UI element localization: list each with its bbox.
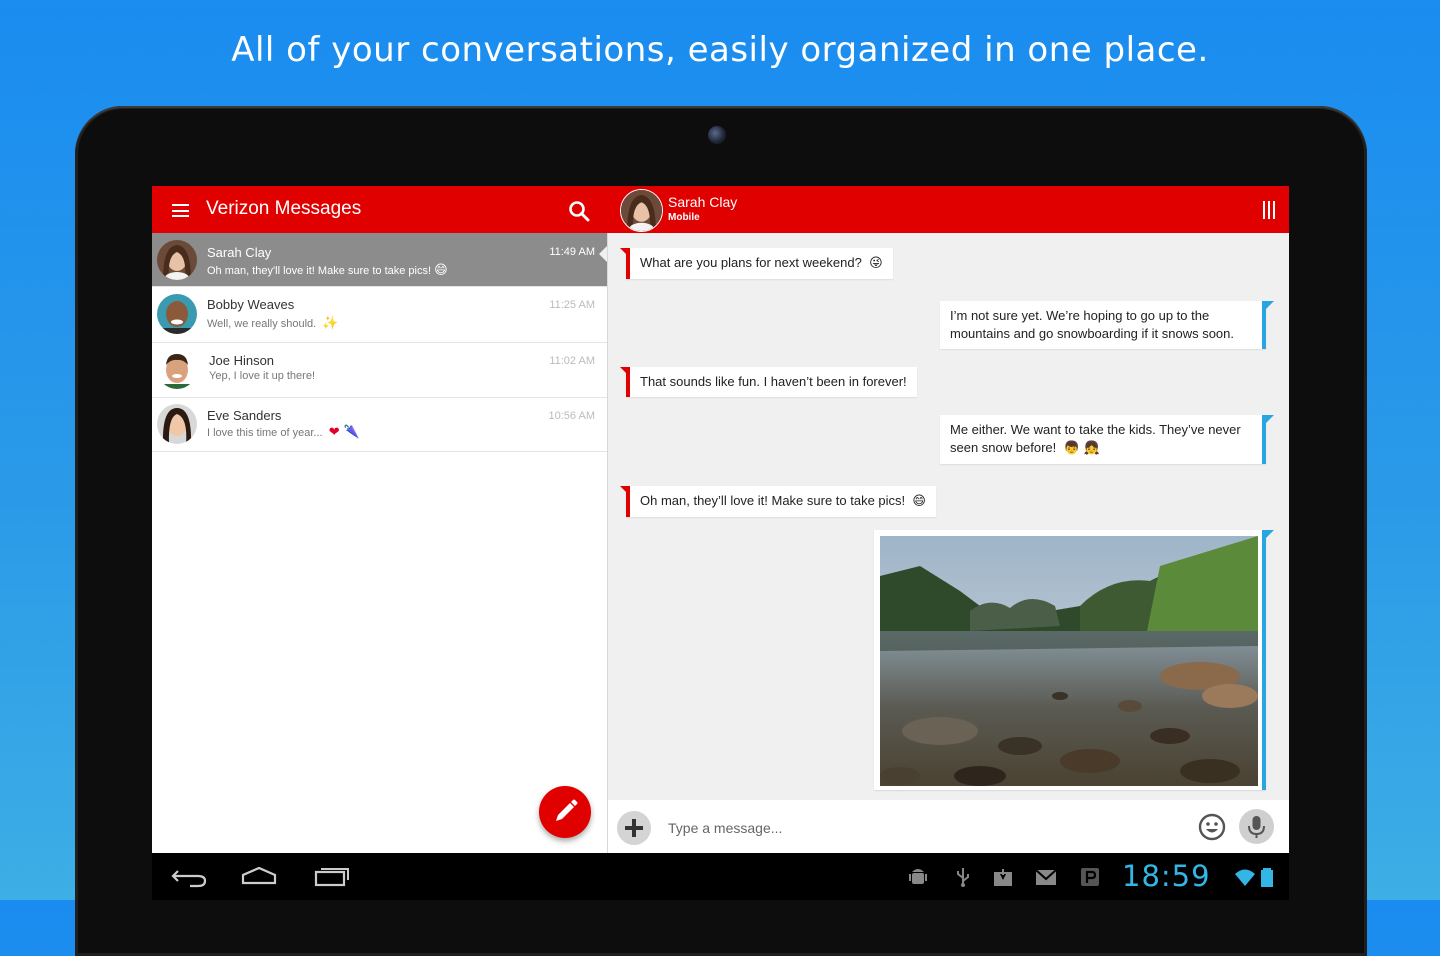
contact-type: Mobile [668, 212, 700, 223]
android-system-bar: 18:59 [152, 853, 1289, 900]
message-incoming: Oh man, they’ll love it! Make sure to ta… [626, 486, 936, 517]
emoji-picker-icon[interactable] [1198, 813, 1226, 841]
outgoing-tail [1266, 301, 1274, 309]
message-outgoing: Me either. We want to take the kids. The… [940, 415, 1266, 464]
message-input[interactable] [666, 814, 1190, 842]
tablet-screen: Verizon Messages Sarah Clay Oh man, they… [152, 186, 1289, 900]
chat-header: Sarah Clay Mobile [608, 186, 1289, 233]
microphone-icon [1248, 816, 1265, 838]
message-composer [608, 800, 1289, 853]
conversation-time: 11:02 AM [549, 355, 595, 367]
conversation-snippet: Oh man, they'll love it! Make sure to ta… [207, 263, 448, 278]
winking-tongue-emoji-icon: 😜 [869, 256, 883, 271]
smile-emoji-icon: 😄 [434, 263, 448, 278]
conversation-item-joe-hinson[interactable]: Joe Hinson Yep, I love it up there! 11:0… [152, 343, 607, 398]
outgoing-tail [1266, 530, 1274, 538]
system-clock: 18:59 [1122, 859, 1211, 893]
home-icon[interactable] [239, 863, 279, 889]
heart-umbrella-emoji-icon: ❤ 🌂 [328, 425, 360, 440]
contact-name: Sarah Clay [668, 194, 738, 210]
contact-avatar[interactable] [620, 189, 663, 232]
message-incoming: That sounds like fun. I haven’t been in … [626, 367, 917, 397]
menu-icon[interactable] [172, 204, 189, 217]
conversation-snippet: Yep, I love it up there! [209, 370, 315, 382]
avatar [157, 240, 197, 280]
promo-headline: All of your conversations, easily organi… [231, 30, 1209, 70]
conversation-list-pane: Verizon Messages Sarah Clay Oh man, they… [152, 186, 608, 853]
message-outgoing: I’m not sure yet. We’re hoping to go up … [940, 301, 1266, 349]
conversation-snippet: Well, we really should. ✨ [207, 316, 339, 331]
avatar [157, 294, 197, 334]
conversation-time: 11:49 AM [549, 246, 595, 258]
camera-icon [708, 126, 726, 144]
android-debug-icon [909, 869, 927, 884]
lake-photo[interactable] [880, 536, 1258, 786]
compose-button[interactable] [539, 786, 591, 838]
battery-icon [1261, 868, 1273, 887]
microphone-button[interactable] [1239, 809, 1274, 844]
grin-emoji-icon: 😄 [912, 494, 926, 509]
usb-icon [957, 868, 969, 887]
sparkle-emoji-icon: ✨ [322, 316, 339, 331]
app-bar: Verizon Messages [152, 186, 608, 233]
p-app-icon [1081, 868, 1099, 886]
conversation-name: Bobby Weaves [207, 297, 295, 312]
outgoing-tail [1266, 415, 1274, 423]
app-title: Verizon Messages [206, 198, 362, 219]
chat-pane: Sarah Clay Mobile What are you plans for… [608, 186, 1289, 853]
conversation-name: Sarah Clay [207, 245, 272, 260]
conversation-time: 10:56 AM [548, 410, 595, 422]
pencil-icon [556, 799, 578, 821]
wifi-icon [1235, 869, 1255, 886]
active-conversation-pointer [599, 246, 607, 262]
download-icon [994, 869, 1012, 886]
back-icon[interactable] [170, 863, 210, 889]
conversation-name: Eve Sanders [207, 408, 282, 423]
avatar [157, 349, 197, 389]
conversation-item-sarah-clay[interactable]: Sarah Clay Oh man, they'll love it! Make… [152, 233, 607, 287]
plus-icon [625, 819, 643, 837]
avatar [157, 404, 197, 444]
search-icon[interactable] [568, 200, 590, 222]
conversation-time: 11:25 AM [549, 299, 595, 311]
gmail-icon [1035, 869, 1057, 885]
conversation-item-bobby-weaves[interactable]: Bobby Weaves Well, we really should. ✨ 1… [152, 287, 607, 343]
message-outgoing-photo[interactable] [874, 530, 1266, 790]
message-incoming: What are you plans for next weekend? 😜 [626, 248, 893, 279]
conversation-item-eve-sanders[interactable]: Eve Sanders I love this time of year... … [152, 398, 607, 452]
kids-emoji-icon: 👦 👧 [1063, 441, 1100, 456]
conversation-snippet: I love this time of year... ❤ 🌂 [207, 425, 360, 440]
recents-icon[interactable] [312, 863, 352, 889]
overflow-menu-icon[interactable] [1263, 201, 1277, 219]
add-attachment-button[interactable] [617, 811, 651, 845]
conversation-name: Joe Hinson [209, 353, 275, 368]
